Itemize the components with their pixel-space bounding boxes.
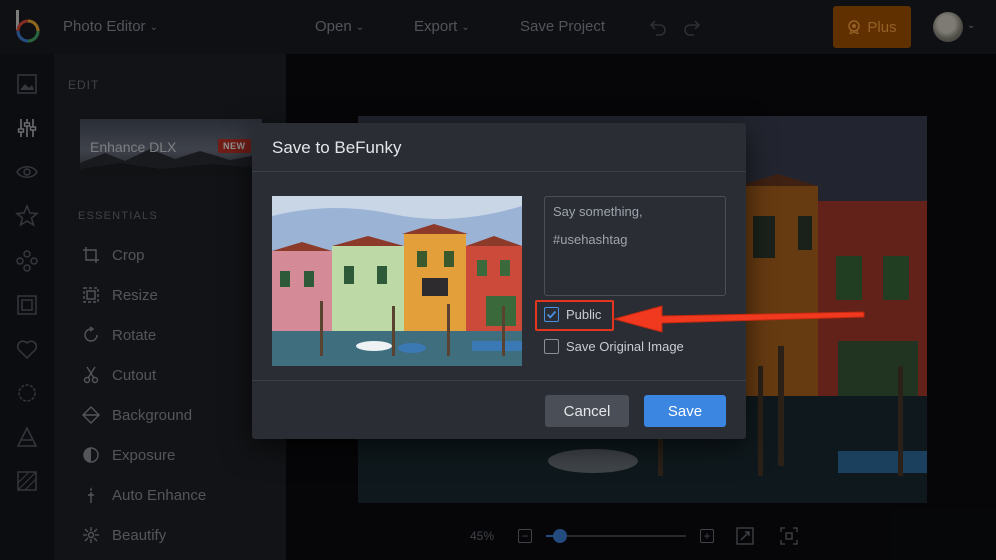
cancel-button[interactable]: Cancel — [545, 395, 629, 427]
photo-thumbnail — [272, 196, 522, 366]
public-highlight-box — [535, 300, 614, 331]
venice-thumbnail-image — [272, 196, 522, 366]
save-button[interactable]: Save — [644, 395, 726, 427]
divider — [252, 380, 746, 381]
dialog-title: Save to BeFunky — [272, 138, 402, 157]
save-dialog: Save to BeFunky Say something, #usehasht… — [252, 123, 746, 439]
save-original-checkbox-row[interactable]: Save Original Image — [544, 339, 684, 354]
annotation-arrow-icon — [612, 305, 865, 333]
caption-placeholder-line2: #usehashtag — [553, 232, 628, 247]
divider — [252, 171, 746, 172]
save-original-label: Save Original Image — [566, 339, 684, 354]
save-original-checkbox[interactable] — [544, 339, 559, 354]
caption-placeholder-line1: Say something, — [553, 204, 643, 219]
